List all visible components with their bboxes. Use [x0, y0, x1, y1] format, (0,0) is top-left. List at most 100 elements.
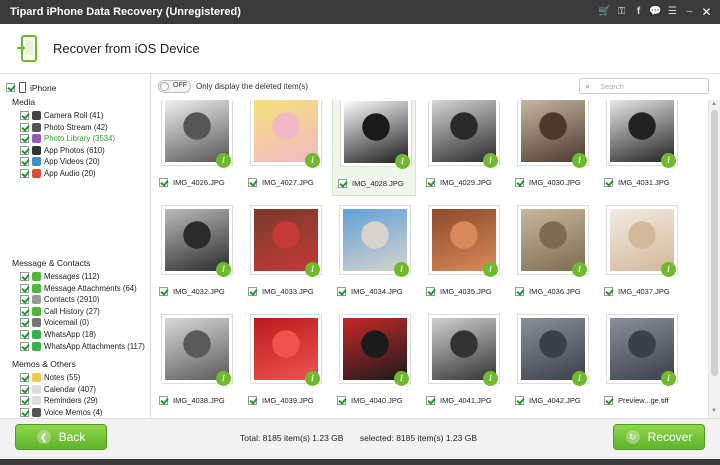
sidebar-item[interactable]: Calendar (407)	[20, 384, 96, 394]
photo-item[interactable]: i IMG_4037.JPG	[599, 205, 683, 305]
info-icon[interactable]: i	[572, 371, 587, 386]
photo-item[interactable]: i IMG_4036.JPG	[510, 205, 594, 305]
facebook-icon[interactable]: f	[631, 3, 646, 20]
device-checkbox[interactable]	[6, 83, 15, 92]
sidebar-item[interactable]: WhatsApp (18)	[20, 330, 96, 339]
photo-item[interactable]: i IMG_4039.JPG	[243, 314, 327, 414]
sidebar-item[interactable]: WhatsApp Attachments (117)	[20, 341, 145, 351]
info-icon[interactable]: i	[661, 262, 676, 277]
photo-checkbox[interactable]	[515, 287, 524, 296]
photo-checkbox[interactable]	[426, 178, 435, 187]
item-checkbox[interactable]	[20, 122, 29, 132]
item-checkbox[interactable]	[20, 306, 29, 316]
sidebar-item[interactable]: Camera Roll (41)	[20, 111, 103, 120]
item-checkbox[interactable]	[20, 330, 29, 339]
sidebar-item[interactable]: Call History (27)	[20, 306, 100, 316]
photo-item[interactable]: i IMG_4040.JPG	[332, 314, 416, 414]
photo-checkbox[interactable]	[159, 287, 168, 296]
item-checkbox[interactable]	[20, 407, 29, 417]
scroll-up-icon[interactable]: ▲	[711, 101, 717, 107]
info-icon[interactable]: i	[305, 371, 320, 386]
photo-checkbox[interactable]	[604, 287, 613, 296]
item-checkbox[interactable]	[20, 272, 29, 281]
info-icon[interactable]: i	[661, 153, 676, 168]
photo-checkbox[interactable]	[337, 287, 346, 296]
photo-checkbox[interactable]	[248, 287, 257, 296]
device-root-item[interactable]: iPhone	[6, 82, 56, 93]
sidebar-item[interactable]: Photo Stream (42)	[20, 122, 108, 132]
photo-checkbox[interactable]	[338, 179, 347, 188]
photo-item[interactable]: i IMG_4038.JPG	[154, 314, 238, 414]
item-checkbox[interactable]	[20, 134, 29, 144]
item-checkbox[interactable]	[20, 318, 29, 328]
sidebar-item[interactable]: Message Attachments (64)	[20, 283, 137, 293]
sidebar-item[interactable]: Contacts (2910)	[20, 295, 99, 305]
info-icon[interactable]: i	[483, 371, 498, 386]
sidebar-item[interactable]: App Videos (20)	[20, 157, 100, 167]
back-button[interactable]: ❮ Back	[15, 424, 107, 450]
grid-scrollbar[interactable]: ▲ ▼	[708, 100, 720, 418]
photo-checkbox[interactable]	[515, 178, 524, 187]
photo-checkbox[interactable]	[337, 396, 346, 405]
photo-item[interactable]: i IMG_4027.JPG	[243, 100, 327, 196]
photo-item[interactable]: i IMG_4041.JPG	[421, 314, 505, 414]
info-icon[interactable]: i	[216, 153, 231, 168]
info-icon[interactable]: i	[572, 262, 587, 277]
info-icon[interactable]: i	[216, 262, 231, 277]
scroll-down-icon[interactable]: ▼	[711, 408, 717, 414]
sidebar-item[interactable]: App Audio (20)	[20, 169, 96, 178]
info-icon[interactable]: i	[394, 371, 409, 386]
info-icon[interactable]: i	[661, 371, 676, 386]
photo-item[interactable]: i IMG_4034.JPG	[332, 205, 416, 305]
chat-icon[interactable]: 💬	[648, 3, 663, 20]
photo-checkbox[interactable]	[515, 396, 524, 405]
photo-item[interactable]: i IMG_4030.JPG	[510, 100, 594, 196]
sidebar-item[interactable]: Photo Library (3534)	[20, 134, 115, 144]
item-checkbox[interactable]	[20, 111, 29, 120]
photo-item[interactable]: i IMG_4031.JPG	[599, 100, 683, 196]
photo-item[interactable]: i IMG_4026.JPG	[154, 100, 238, 196]
photo-checkbox[interactable]	[248, 396, 257, 405]
scrollbar-thumb[interactable]	[711, 110, 718, 376]
photo-item[interactable]: i IMG_4042.JPG	[510, 314, 594, 414]
cart-icon[interactable]: 🛒	[597, 3, 612, 20]
photo-checkbox[interactable]	[604, 178, 613, 187]
info-icon[interactable]: i	[483, 262, 498, 277]
item-checkbox[interactable]	[20, 384, 29, 394]
photo-item[interactable]: i Preview...ge.tiff	[599, 314, 683, 414]
item-checkbox[interactable]	[20, 169, 29, 178]
info-icon[interactable]: i	[483, 153, 498, 168]
info-icon[interactable]: i	[394, 262, 409, 277]
photo-checkbox[interactable]	[159, 178, 168, 187]
item-checkbox[interactable]	[20, 145, 29, 155]
photo-item[interactable]: i IMG_4028.JPG	[332, 100, 416, 196]
sidebar-item[interactable]: Notes (55)	[20, 373, 80, 382]
minimize-icon[interactable]: –	[682, 3, 697, 20]
photo-checkbox[interactable]	[604, 396, 613, 405]
item-checkbox[interactable]	[20, 157, 29, 167]
info-icon[interactable]: i	[395, 154, 410, 169]
sidebar-item[interactable]: Voicemail (0)	[20, 318, 89, 328]
photo-item[interactable]: i IMG_4032.JPG	[154, 205, 238, 305]
photo-checkbox[interactable]	[426, 396, 435, 405]
info-icon[interactable]: i	[572, 153, 587, 168]
sidebar-item[interactable]: Reminders (29)	[20, 396, 98, 406]
close-icon[interactable]: ✕	[699, 3, 714, 20]
item-checkbox[interactable]	[20, 373, 29, 382]
item-checkbox[interactable]	[20, 396, 29, 406]
sidebar-item[interactable]: Messages (112)	[20, 272, 99, 281]
info-icon[interactable]: i	[305, 262, 320, 277]
recover-button[interactable]: ↻ Recover	[613, 424, 705, 450]
key-icon[interactable]: ⚿	[614, 3, 629, 20]
item-checkbox[interactable]	[20, 341, 29, 351]
search-input[interactable]: ⌕ Search	[579, 78, 709, 94]
photo-checkbox[interactable]	[426, 287, 435, 296]
photo-item[interactable]: i IMG_4029.JPG	[421, 100, 505, 196]
deleted-only-toggle[interactable]: OFF	[158, 80, 191, 93]
photo-item[interactable]: i IMG_4033.JPG	[243, 205, 327, 305]
item-checkbox[interactable]	[20, 283, 29, 293]
menu-icon[interactable]: ☰	[665, 3, 680, 20]
info-icon[interactable]: i	[305, 153, 320, 168]
item-checkbox[interactable]	[20, 295, 29, 305]
photo-item[interactable]: i IMG_4035.JPG	[421, 205, 505, 305]
